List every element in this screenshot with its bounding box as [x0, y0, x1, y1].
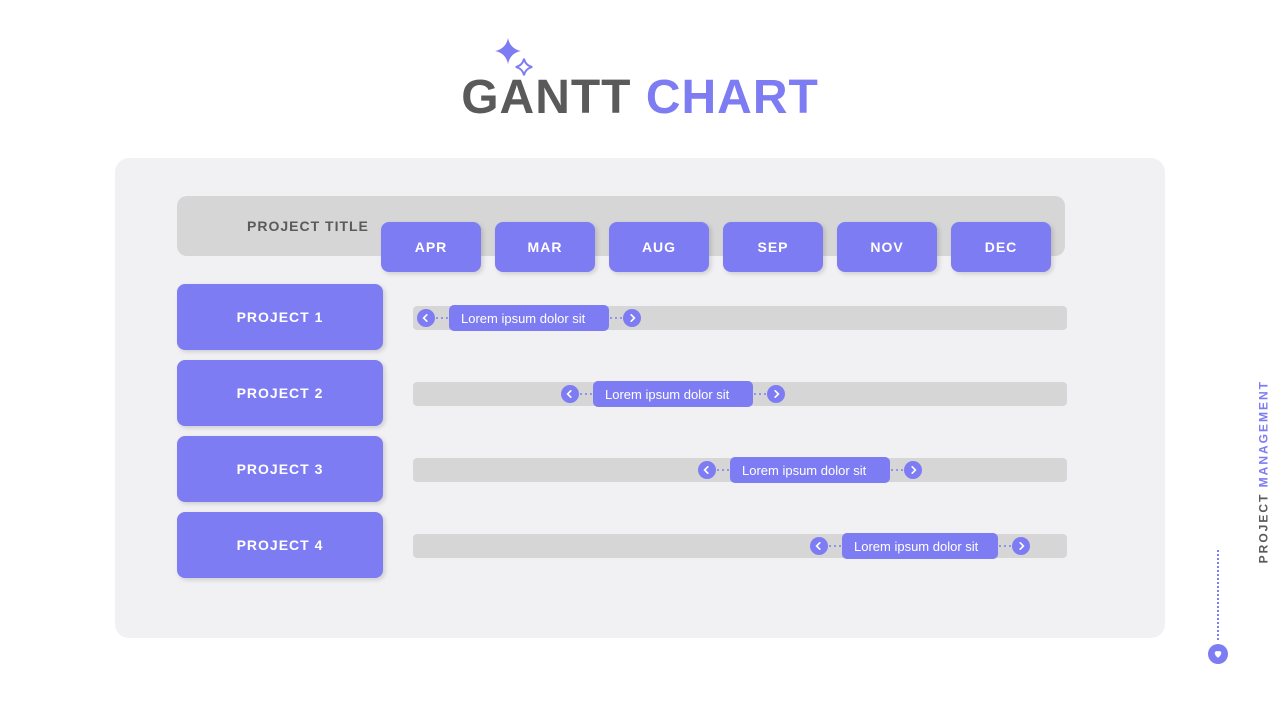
gantt-bar[interactable]: Lorem ipsum dolor sit [417, 304, 641, 332]
chevron-left-icon [810, 537, 828, 555]
gantt-row: PROJECT 2 Lorem ipsum dolor sit [145, 360, 1135, 426]
chevron-left-icon [417, 309, 435, 327]
chevron-right-icon [1012, 537, 1030, 555]
side-decoration [1208, 550, 1228, 664]
month-header: MAR [495, 222, 595, 272]
chevron-right-icon [623, 309, 641, 327]
gantt-row: PROJECT 4 Lorem ipsum dolor sit [145, 512, 1135, 578]
gantt-bar[interactable]: Lorem ipsum dolor sit [698, 456, 922, 484]
month-header: DEC [951, 222, 1051, 272]
month-header: SEP [723, 222, 823, 272]
side-label: PROJECT MANAGEMENT [1256, 380, 1270, 563]
gantt-bar[interactable]: Lorem ipsum dolor sit [810, 532, 1030, 560]
month-header: NOV [837, 222, 937, 272]
gantt-rows: PROJECT 1 Lorem ipsum dolor sit PROJECT 2 L… [145, 284, 1135, 578]
gantt-header: PROJECT TITLE APR MAR AUG SEP NOV DEC [145, 196, 1135, 272]
project-label: PROJECT 4 [177, 512, 383, 578]
task-bar: Lorem ipsum dolor sit [842, 533, 998, 559]
page-title: GANTT CHART [0, 70, 1280, 125]
task-bar: Lorem ipsum dolor sit [730, 457, 890, 483]
month-header: AUG [609, 222, 709, 272]
project-title-label: PROJECT TITLE [247, 218, 369, 234]
month-columns: APR MAR AUG SEP NOV DEC [381, 222, 1051, 272]
project-label: PROJECT 2 [177, 360, 383, 426]
chevron-left-icon [561, 385, 579, 403]
project-label: PROJECT 1 [177, 284, 383, 350]
task-bar: Lorem ipsum dolor sit [593, 381, 753, 407]
chevron-left-icon [698, 461, 716, 479]
project-label: PROJECT 3 [177, 436, 383, 502]
task-bar: Lorem ipsum dolor sit [449, 305, 609, 331]
gantt-row: PROJECT 3 Lorem ipsum dolor sit [145, 436, 1135, 502]
chevron-right-icon [904, 461, 922, 479]
gantt-row: PROJECT 1 Lorem ipsum dolor sit [145, 284, 1135, 350]
gantt-card: PROJECT TITLE APR MAR AUG SEP NOV DEC PR… [115, 158, 1165, 638]
chevron-right-icon [767, 385, 785, 403]
gantt-bar[interactable]: Lorem ipsum dolor sit [561, 380, 785, 408]
month-header: APR [381, 222, 481, 272]
heart-icon [1208, 644, 1228, 664]
